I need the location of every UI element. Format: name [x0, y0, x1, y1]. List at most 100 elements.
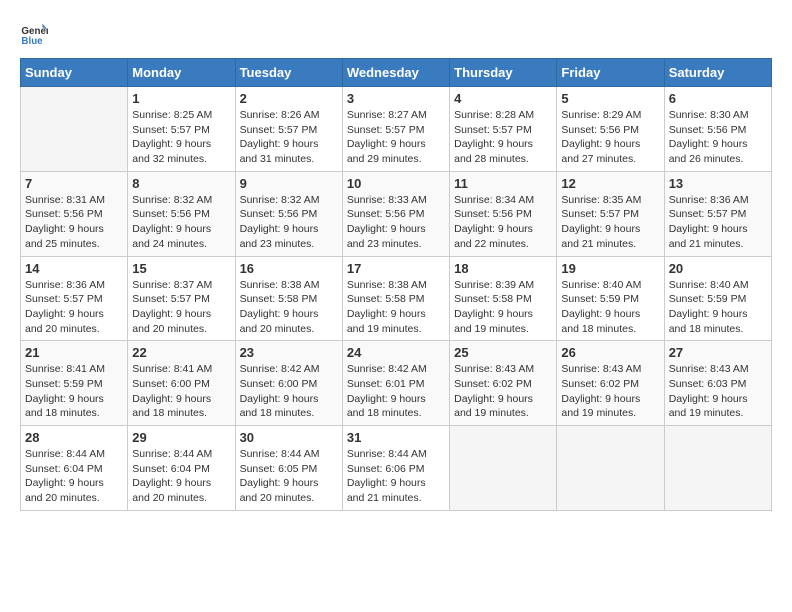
day-info: Sunrise: 8:34 AM Sunset: 5:56 PM Dayligh…: [454, 193, 552, 252]
day-number: 8: [132, 176, 230, 191]
calendar-cell: 22 Sunrise: 8:41 AM Sunset: 6:00 PM Dayli…: [128, 341, 235, 426]
calendar-cell: [557, 426, 664, 511]
day-number: 12: [561, 176, 659, 191]
calendar-week-row: 7 Sunrise: 8:31 AM Sunset: 5:56 PM Daylig…: [21, 171, 772, 256]
calendar-cell: 8 Sunrise: 8:32 AM Sunset: 5:56 PM Daylig…: [128, 171, 235, 256]
calendar-cell: 20 Sunrise: 8:40 AM Sunset: 5:59 PM Dayli…: [664, 256, 771, 341]
calendar-cell: 7 Sunrise: 8:31 AM Sunset: 5:56 PM Daylig…: [21, 171, 128, 256]
day-number: 15: [132, 261, 230, 276]
day-info: Sunrise: 8:27 AM Sunset: 5:57 PM Dayligh…: [347, 108, 445, 167]
day-info: Sunrise: 8:36 AM Sunset: 5:57 PM Dayligh…: [669, 193, 767, 252]
day-number: 31: [347, 430, 445, 445]
day-info: Sunrise: 8:38 AM Sunset: 5:58 PM Dayligh…: [240, 278, 338, 337]
calendar-body: 1 Sunrise: 8:25 AM Sunset: 5:57 PM Daylig…: [21, 87, 772, 511]
day-info: Sunrise: 8:26 AM Sunset: 5:57 PM Dayligh…: [240, 108, 338, 167]
calendar-cell: 12 Sunrise: 8:35 AM Sunset: 5:57 PM Dayli…: [557, 171, 664, 256]
day-number: 25: [454, 345, 552, 360]
day-number: 6: [669, 91, 767, 106]
day-info: Sunrise: 8:32 AM Sunset: 5:56 PM Dayligh…: [132, 193, 230, 252]
day-number: 28: [25, 430, 123, 445]
day-number: 4: [454, 91, 552, 106]
day-info: Sunrise: 8:32 AM Sunset: 5:56 PM Dayligh…: [240, 193, 338, 252]
calendar-table: SundayMondayTuesdayWednesdayThursdayFrid…: [20, 58, 772, 511]
page-header: General Blue: [20, 20, 772, 48]
calendar-week-row: 21 Sunrise: 8:41 AM Sunset: 5:59 PM Dayli…: [21, 341, 772, 426]
day-number: 22: [132, 345, 230, 360]
calendar-cell: [450, 426, 557, 511]
day-info: Sunrise: 8:29 AM Sunset: 5:56 PM Dayligh…: [561, 108, 659, 167]
calendar-cell: [21, 87, 128, 172]
day-number: 19: [561, 261, 659, 276]
day-info: Sunrise: 8:43 AM Sunset: 6:02 PM Dayligh…: [454, 362, 552, 421]
calendar-cell: 27 Sunrise: 8:43 AM Sunset: 6:03 PM Dayli…: [664, 341, 771, 426]
day-info: Sunrise: 8:35 AM Sunset: 5:57 PM Dayligh…: [561, 193, 659, 252]
logo-icon: General Blue: [20, 20, 48, 48]
calendar-cell: 31 Sunrise: 8:44 AM Sunset: 6:06 PM Dayli…: [342, 426, 449, 511]
day-number: 24: [347, 345, 445, 360]
calendar-week-row: 14 Sunrise: 8:36 AM Sunset: 5:57 PM Dayli…: [21, 256, 772, 341]
day-number: 9: [240, 176, 338, 191]
calendar-cell: 25 Sunrise: 8:43 AM Sunset: 6:02 PM Dayli…: [450, 341, 557, 426]
svg-text:Blue: Blue: [21, 36, 43, 47]
day-info: Sunrise: 8:41 AM Sunset: 5:59 PM Dayligh…: [25, 362, 123, 421]
calendar-cell: 9 Sunrise: 8:32 AM Sunset: 5:56 PM Daylig…: [235, 171, 342, 256]
day-number: 3: [347, 91, 445, 106]
weekday-header-cell: Wednesday: [342, 59, 449, 87]
calendar-cell: 19 Sunrise: 8:40 AM Sunset: 5:59 PM Dayli…: [557, 256, 664, 341]
day-info: Sunrise: 8:40 AM Sunset: 5:59 PM Dayligh…: [561, 278, 659, 337]
day-number: 13: [669, 176, 767, 191]
calendar-cell: 1 Sunrise: 8:25 AM Sunset: 5:57 PM Daylig…: [128, 87, 235, 172]
day-number: 2: [240, 91, 338, 106]
calendar-cell: 17 Sunrise: 8:38 AM Sunset: 5:58 PM Dayli…: [342, 256, 449, 341]
weekday-header-cell: Thursday: [450, 59, 557, 87]
day-info: Sunrise: 8:30 AM Sunset: 5:56 PM Dayligh…: [669, 108, 767, 167]
calendar-cell: 16 Sunrise: 8:38 AM Sunset: 5:58 PM Dayli…: [235, 256, 342, 341]
day-number: 18: [454, 261, 552, 276]
day-info: Sunrise: 8:25 AM Sunset: 5:57 PM Dayligh…: [132, 108, 230, 167]
day-number: 1: [132, 91, 230, 106]
day-number: 5: [561, 91, 659, 106]
day-info: Sunrise: 8:39 AM Sunset: 5:58 PM Dayligh…: [454, 278, 552, 337]
calendar-cell: [664, 426, 771, 511]
day-info: Sunrise: 8:40 AM Sunset: 5:59 PM Dayligh…: [669, 278, 767, 337]
calendar-cell: 23Sunrise: 8:42 AM Sunset: 6:00 PM Dayli…: [235, 341, 342, 426]
calendar-week-row: 28 Sunrise: 8:44 AM Sunset: 6:04 PM Dayli…: [21, 426, 772, 511]
day-info: Sunrise: 8:33 AM Sunset: 5:56 PM Dayligh…: [347, 193, 445, 252]
calendar-cell: 29Sunrise: 8:44 AM Sunset: 6:04 PM Dayli…: [128, 426, 235, 511]
day-info: Sunrise: 8:44 AM Sunset: 6:06 PM Dayligh…: [347, 447, 445, 506]
weekday-header-cell: Monday: [128, 59, 235, 87]
day-number: 30: [240, 430, 338, 445]
weekday-header-cell: Saturday: [664, 59, 771, 87]
day-info: Sunrise: 8:41 AM Sunset: 6:00 PM Dayligh…: [132, 362, 230, 421]
calendar-cell: 5 Sunrise: 8:29 AM Sunset: 5:56 PM Daylig…: [557, 87, 664, 172]
day-info: Sunrise: 8:38 AM Sunset: 5:58 PM Dayligh…: [347, 278, 445, 337]
day-info: Sunrise: 8:43 AM Sunset: 6:03 PM Dayligh…: [669, 362, 767, 421]
day-number: 27: [669, 345, 767, 360]
day-info: Sunrise: 8:43 AM Sunset: 6:02 PM Dayligh…: [561, 362, 659, 421]
day-number: 21: [25, 345, 123, 360]
weekday-header-cell: Tuesday: [235, 59, 342, 87]
day-number: 14: [25, 261, 123, 276]
weekday-header-cell: Friday: [557, 59, 664, 87]
logo: General Blue: [20, 20, 52, 48]
calendar-cell: 14 Sunrise: 8:36 AM Sunset: 5:57 PM Dayli…: [21, 256, 128, 341]
day-info: Sunrise: 8:44 AM Sunset: 6:05 PM Dayligh…: [240, 447, 338, 506]
calendar-cell: 15 Sunrise: 8:37 AM Sunset: 5:57 PM Dayli…: [128, 256, 235, 341]
day-info: Sunrise: 8:28 AM Sunset: 5:57 PM Dayligh…: [454, 108, 552, 167]
calendar-cell: 4 Sunrise: 8:28 AM Sunset: 5:57 PM Daylig…: [450, 87, 557, 172]
calendar-week-row: 1 Sunrise: 8:25 AM Sunset: 5:57 PM Daylig…: [21, 87, 772, 172]
day-number: 17: [347, 261, 445, 276]
day-number: 23: [240, 345, 338, 360]
day-number: 20: [669, 261, 767, 276]
day-number: 7: [25, 176, 123, 191]
day-number: 10: [347, 176, 445, 191]
day-info: Sunrise: 8:31 AM Sunset: 5:56 PM Dayligh…: [25, 193, 123, 252]
day-info: Sunrise: 8:44 AM Sunset: 6:04 PM Dayligh…: [25, 447, 123, 506]
calendar-cell: 11Sunrise: 8:34 AM Sunset: 5:56 PM Dayli…: [450, 171, 557, 256]
day-number: 16: [240, 261, 338, 276]
day-info: Sunrise: 8:36 AM Sunset: 5:57 PM Dayligh…: [25, 278, 123, 337]
calendar-cell: 21 Sunrise: 8:41 AM Sunset: 5:59 PM Dayli…: [21, 341, 128, 426]
calendar-cell: 24Sunrise: 8:42 AM Sunset: 6:01 PM Dayli…: [342, 341, 449, 426]
calendar-cell: 18 Sunrise: 8:39 AM Sunset: 5:58 PM Dayli…: [450, 256, 557, 341]
day-info: Sunrise: 8:37 AM Sunset: 5:57 PM Dayligh…: [132, 278, 230, 337]
